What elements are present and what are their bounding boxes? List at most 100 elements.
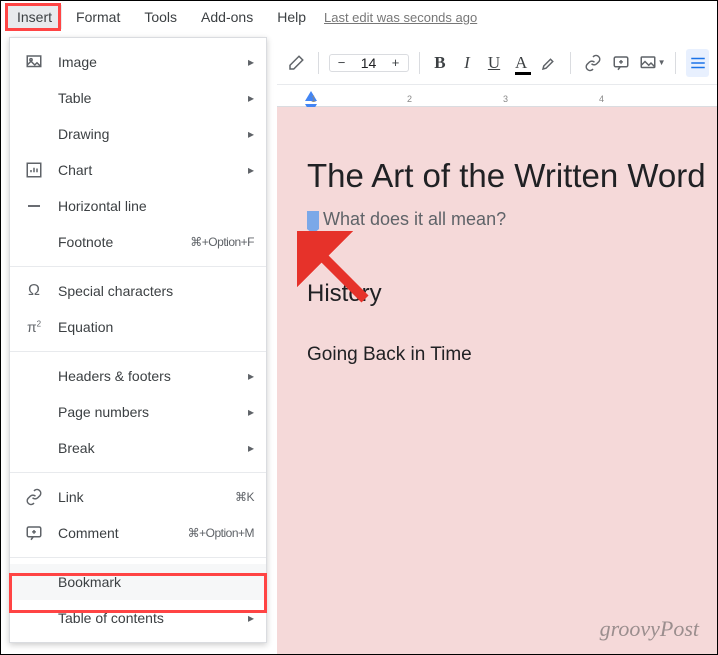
insert-link-button[interactable]: [581, 49, 604, 77]
doc-subtitle-line[interactable]: What does it all mean?: [307, 209, 717, 230]
omega-icon: Ω: [24, 281, 44, 301]
doc-subtitle[interactable]: What does it all mean?: [323, 209, 506, 230]
menu-addons[interactable]: Add-ons: [191, 5, 263, 29]
highlight-color-button[interactable]: [538, 49, 561, 77]
bookmark-icon[interactable]: [307, 211, 319, 229]
menu-item-chart[interactable]: Chart ▸: [10, 152, 266, 188]
chevron-right-icon: ▸: [248, 369, 254, 383]
paint-format-button[interactable]: [285, 49, 308, 77]
menu-item-label: Headers & footers: [58, 368, 234, 384]
menu-item-label: Link: [58, 489, 221, 505]
menu-item-equation[interactable]: π2 Equation: [10, 309, 266, 345]
menu-item-label: Horizontal line: [58, 198, 254, 214]
font-size-value[interactable]: 14: [354, 55, 384, 71]
menu-item-label: Bookmark: [58, 574, 254, 590]
font-size-increase[interactable]: +: [384, 55, 408, 70]
menu-help[interactable]: Help: [267, 5, 316, 29]
menu-tools[interactable]: Tools: [134, 5, 187, 29]
menu-shortcut: ⌘K: [235, 490, 254, 504]
pi-icon: π2: [24, 317, 44, 337]
blank-icon: [24, 88, 44, 108]
comment-icon: [24, 523, 44, 543]
separator: [419, 52, 420, 74]
blank-icon: [24, 124, 44, 144]
menu-item-footnote[interactable]: Footnote ⌘+Option+F: [10, 224, 266, 260]
text-color-button[interactable]: A: [511, 53, 532, 73]
blank-icon: [24, 366, 44, 386]
ruler-tick: 3: [503, 94, 508, 104]
blank-icon: [24, 608, 44, 628]
menu-item-label: Table of contents: [58, 610, 234, 626]
menu-item-label: Image: [58, 54, 234, 70]
menu-bar: Insert Format Tools Add-ons Help Last ed…: [1, 1, 717, 33]
menu-item-label: Break: [58, 440, 234, 456]
menu-item-headers-footers[interactable]: Headers & footers ▸: [10, 358, 266, 394]
underline-button[interactable]: U: [483, 53, 504, 73]
separator: [318, 52, 319, 74]
blank-icon: [24, 572, 44, 592]
image-icon: [24, 52, 44, 72]
align-button[interactable]: [686, 49, 709, 77]
bold-button[interactable]: B: [429, 53, 450, 73]
menu-separator: [10, 266, 266, 267]
chevron-right-icon: ▸: [248, 405, 254, 419]
menu-item-special-characters[interactable]: Ω Special characters: [10, 273, 266, 309]
chevron-right-icon: ▸: [248, 55, 254, 69]
menu-item-label: Page numbers: [58, 404, 234, 420]
ruler-tick: 2: [407, 94, 412, 104]
menu-item-label: Footnote: [58, 234, 176, 250]
chevron-right-icon: ▸: [248, 127, 254, 141]
menu-format[interactable]: Format: [66, 5, 130, 29]
menu-item-label: Chart: [58, 162, 234, 178]
menu-shortcut: ⌘+Option+M: [188, 526, 254, 540]
ruler-tick: 4: [599, 94, 604, 104]
doc-title[interactable]: The Art of the Written Word: [307, 157, 717, 195]
menu-separator: [10, 557, 266, 558]
ruler[interactable]: 1 2 3 4: [277, 85, 717, 107]
menu-item-label: Table: [58, 90, 234, 106]
toolbar: − 14 + B I U A ▼: [277, 41, 717, 85]
menu-item-comment[interactable]: Comment ⌘+Option+M: [10, 515, 266, 551]
menu-item-label: Special characters: [58, 283, 254, 299]
chevron-right-icon: ▸: [248, 163, 254, 177]
separator: [675, 52, 676, 74]
menu-separator: [10, 472, 266, 473]
menu-item-image[interactable]: Image ▸: [10, 44, 266, 80]
last-edit-note[interactable]: Last edit was seconds ago: [324, 10, 477, 25]
font-size-stepper[interactable]: − 14 +: [329, 54, 409, 72]
document-canvas[interactable]: The Art of the Written Word What does it…: [277, 107, 717, 654]
doc-heading[interactable]: History: [307, 280, 717, 308]
separator: [570, 52, 571, 74]
link-icon: [24, 487, 44, 507]
menu-item-label: Comment: [58, 525, 174, 541]
chevron-right-icon: ▸: [248, 611, 254, 625]
ruler-tick: 1: [311, 94, 316, 104]
menu-shortcut: ⌘+Option+F: [190, 235, 254, 249]
blank-icon: [24, 402, 44, 422]
menu-insert[interactable]: Insert: [7, 5, 62, 29]
menu-item-link[interactable]: Link ⌘K: [10, 479, 266, 515]
menu-item-horizontal-line[interactable]: Horizontal line: [10, 188, 266, 224]
insert-comment-button[interactable]: [610, 49, 633, 77]
insert-dropdown: Image ▸ Table ▸ Drawing ▸ Chart ▸ Horizontal lin…: [9, 37, 267, 643]
insert-image-button[interactable]: ▼: [639, 49, 666, 77]
blank-icon: [24, 232, 44, 252]
menu-item-table[interactable]: Table ▸: [10, 80, 266, 116]
menu-separator: [10, 351, 266, 352]
chevron-right-icon: ▸: [248, 441, 254, 455]
menu-item-break[interactable]: Break ▸: [10, 430, 266, 466]
chart-icon: [24, 160, 44, 180]
blank-icon: [24, 438, 44, 458]
menu-item-bookmark[interactable]: Bookmark: [10, 564, 266, 600]
watermark: groovyPost: [600, 616, 699, 642]
italic-button[interactable]: I: [456, 53, 477, 73]
doc-paragraph[interactable]: Going Back in Time: [307, 344, 717, 366]
font-size-decrease[interactable]: −: [330, 55, 354, 70]
menu-item-page-numbers[interactable]: Page numbers ▸: [10, 394, 266, 430]
menu-item-label: Equation: [58, 319, 254, 335]
menu-item-table-of-contents[interactable]: Table of contents ▸: [10, 600, 266, 636]
menu-item-drawing[interactable]: Drawing ▸: [10, 116, 266, 152]
menu-item-label: Drawing: [58, 126, 234, 142]
hr-icon: [24, 196, 44, 216]
chevron-right-icon: ▸: [248, 91, 254, 105]
